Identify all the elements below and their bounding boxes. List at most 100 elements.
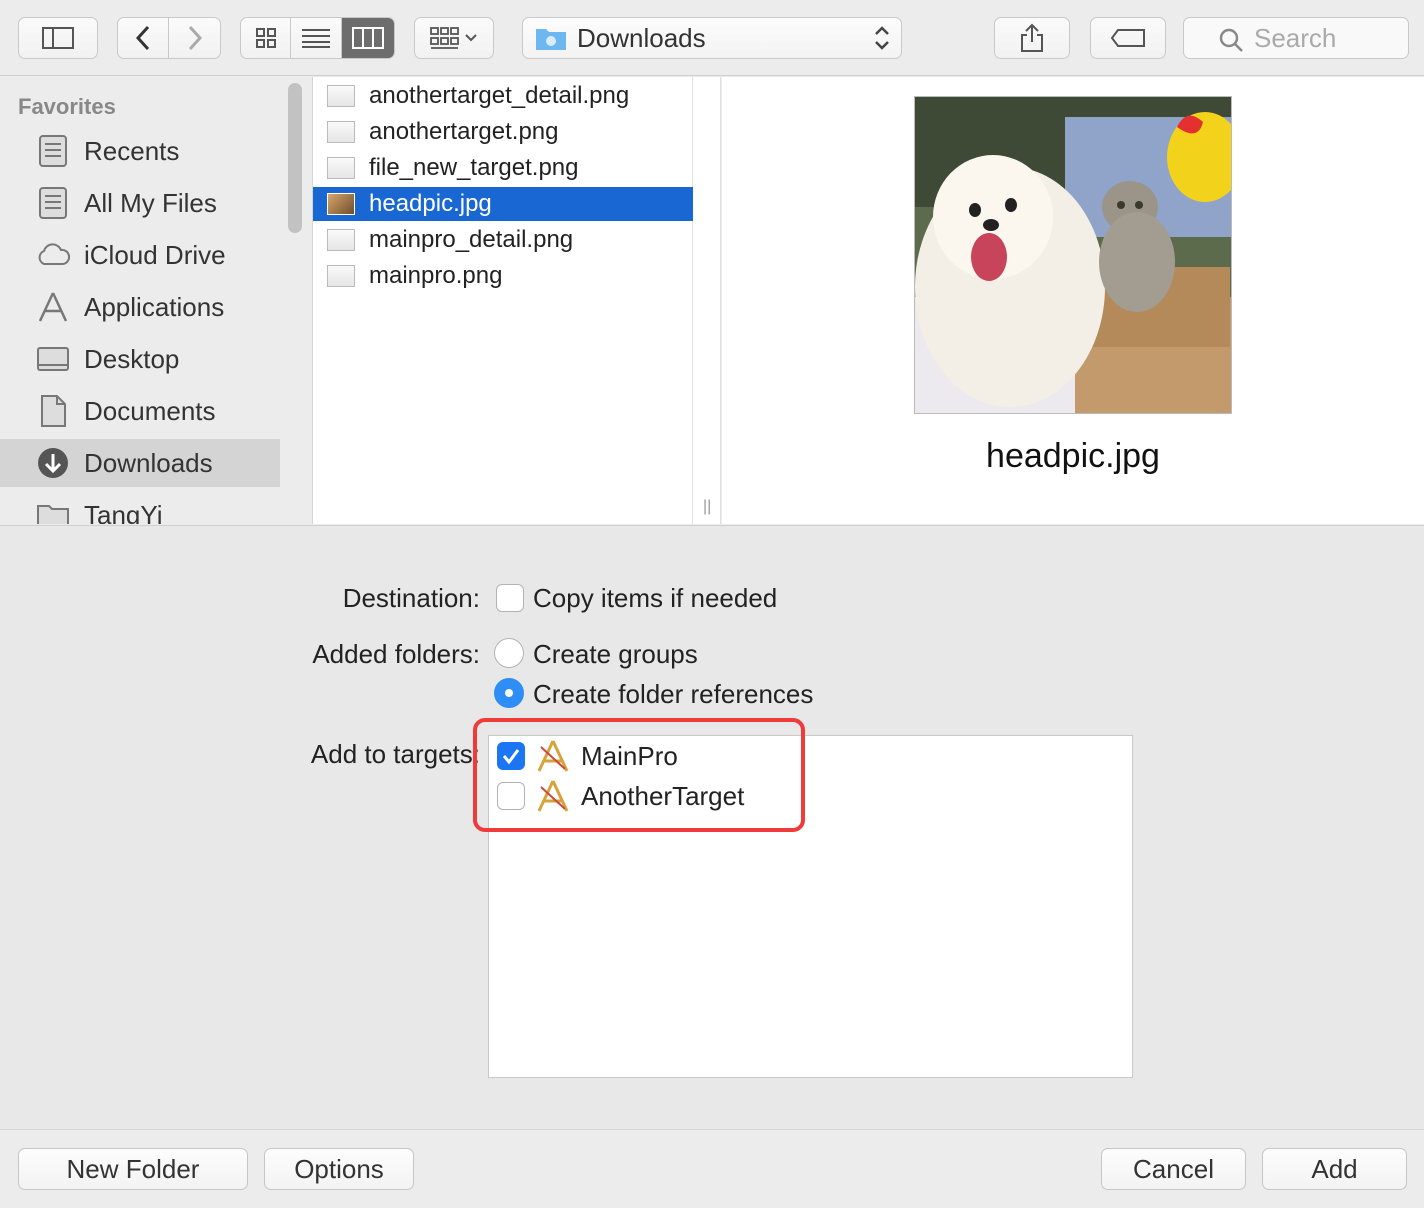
create-groups-label[interactable]: Create groups: [533, 639, 698, 670]
chevron-left-icon: [135, 25, 150, 51]
anothertarget-checkbox[interactable]: [497, 782, 525, 810]
added-folders-label: Added folders:: [312, 639, 480, 669]
sidebar-item-downloads[interactable]: Downloads: [0, 439, 280, 487]
sidebar-scrollbar[interactable]: [288, 83, 302, 233]
icon-view-button[interactable]: [241, 18, 292, 58]
column-view-button[interactable]: [341, 18, 394, 58]
tag-icon: [1110, 29, 1145, 47]
sidebar-item-tangyi[interactable]: TangYi: [0, 491, 280, 524]
options-button[interactable]: Options: [264, 1148, 414, 1190]
cancel-button[interactable]: Cancel: [1101, 1148, 1246, 1190]
search-placeholder: Search: [1254, 22, 1337, 53]
file-name: file_new_target.png: [369, 154, 579, 181]
folder-icon: [37, 505, 69, 524]
grid-icon: [255, 28, 276, 48]
target-row-anothertarget[interactable]: AnotherTarget: [497, 776, 744, 816]
sidebar-item-label: Applications: [84, 291, 225, 322]
file-row[interactable]: file_new_target.png: [313, 151, 693, 185]
copy-items-checkbox[interactable]: [496, 584, 524, 612]
image-file-icon: [327, 265, 355, 287]
back-button[interactable]: [118, 18, 170, 58]
forward-button[interactable]: [169, 18, 220, 58]
sidebar-item-label: Documents: [84, 395, 216, 426]
image-file-icon: [327, 229, 355, 251]
checkmark-icon: [502, 749, 520, 765]
preview-image: [914, 96, 1232, 414]
resize-handle-icon: ||: [703, 498, 712, 515]
sidebar-item-label: TangYi: [84, 499, 163, 525]
sidebar-toggle-button[interactable]: [18, 17, 98, 59]
location-popup[interactable]: Downloads: [522, 17, 902, 59]
group-by-button[interactable]: [414, 17, 494, 59]
sidebar-item-label: All My Files: [84, 187, 217, 218]
preview-filename: headpic.jpg: [986, 437, 1160, 475]
location-label: Downloads: [577, 22, 706, 53]
sidebar-item-label: Downloads: [84, 447, 213, 478]
nav-buttons: [117, 17, 221, 59]
file-row[interactable]: mainpro_detail.png: [313, 223, 693, 257]
destination-label: Destination:: [342, 583, 480, 613]
recents-icon: [39, 135, 67, 167]
toolbar: Downloads Search: [0, 0, 1424, 76]
sidebar-item-label: iCloud Drive: [84, 239, 226, 270]
target-row-mainpro[interactable]: MainPro: [497, 736, 678, 776]
file-row[interactable]: anothertarget_detail.png: [313, 79, 693, 113]
all-files-icon: [39, 187, 67, 219]
new-folder-button[interactable]: New Folder: [18, 1148, 248, 1190]
sidebar-item-desktop[interactable]: Desktop: [0, 335, 280, 383]
sidebar-item-recents[interactable]: Recents: [0, 127, 280, 175]
file-name: mainpro_detail.png: [369, 226, 574, 253]
search-field[interactable]: Search: [1183, 17, 1409, 59]
favorites-heading: Favorites: [18, 94, 116, 119]
file-row[interactable]: mainpro.png: [313, 259, 693, 293]
downloads-folder-icon: [536, 29, 566, 50]
app-target-icon: [537, 740, 569, 772]
app-target-icon: [537, 780, 569, 812]
sidebar-item-label: Desktop: [84, 343, 180, 374]
columns-icon: [351, 27, 384, 49]
sidebar-item-documents[interactable]: Documents: [0, 387, 280, 435]
dog-and-cat-photo: [915, 97, 1231, 413]
sidebar-item-applications[interactable]: Applications: [0, 283, 280, 331]
mainpro-checkbox[interactable]: [497, 742, 525, 770]
add-to-targets-label: Add to targets:: [310, 739, 480, 769]
create-folder-references-label[interactable]: Create folder references: [533, 679, 813, 710]
create-groups-radio[interactable]: [494, 638, 524, 668]
file-name: mainpro.png: [369, 262, 503, 289]
preview-pane: headpic.jpg: [722, 77, 1424, 524]
file-row-selected[interactable]: headpic.jpg: [313, 187, 693, 221]
options-panel: Destination: Copy items if needed Added …: [0, 525, 1424, 1129]
image-file-icon: [327, 157, 355, 179]
bottom-bar: New Folder Options Cancel Add: [0, 1129, 1424, 1208]
chevron-right-icon: [188, 25, 202, 51]
column-resizer[interactable]: ||: [693, 77, 721, 524]
create-folder-references-radio[interactable]: [494, 678, 524, 708]
sidebar-icon: [42, 27, 74, 49]
file-name: anothertarget_detail.png: [369, 82, 630, 109]
file-row[interactable]: anothertarget.png: [313, 115, 693, 149]
image-file-icon: [327, 85, 355, 107]
group-grid-icon: [430, 27, 477, 49]
list-view-button[interactable]: [291, 18, 342, 58]
file-name: anothertarget.png: [369, 118, 559, 145]
target-name: MainPro: [581, 740, 678, 771]
targets-list: MainPro AnotherTarget: [488, 735, 1133, 1078]
desktop-icon: [37, 347, 69, 371]
image-file-icon: [327, 121, 355, 143]
sidebar: Favorites Recents All My Files iCloud Dr…: [0, 77, 311, 524]
share-icon: [1021, 23, 1043, 52]
updown-chevron-icon: [875, 26, 889, 50]
view-mode-segment: [240, 17, 395, 59]
sidebar-item-all-my-files[interactable]: All My Files: [0, 179, 280, 227]
file-name: headpic.jpg: [369, 190, 492, 217]
add-button[interactable]: Add: [1262, 1148, 1407, 1190]
copy-items-label[interactable]: Copy items if needed: [533, 583, 777, 614]
tag-button[interactable]: [1090, 17, 1166, 59]
list-icon: [302, 29, 331, 48]
search-icon: [1219, 28, 1243, 52]
sidebar-item-icloud-drive[interactable]: iCloud Drive: [0, 231, 280, 279]
file-list: anothertarget_detail.png anothertarget.p…: [312, 77, 693, 524]
cloud-icon: [38, 243, 70, 265]
share-button[interactable]: [994, 17, 1070, 59]
target-name: AnotherTarget: [581, 780, 745, 811]
